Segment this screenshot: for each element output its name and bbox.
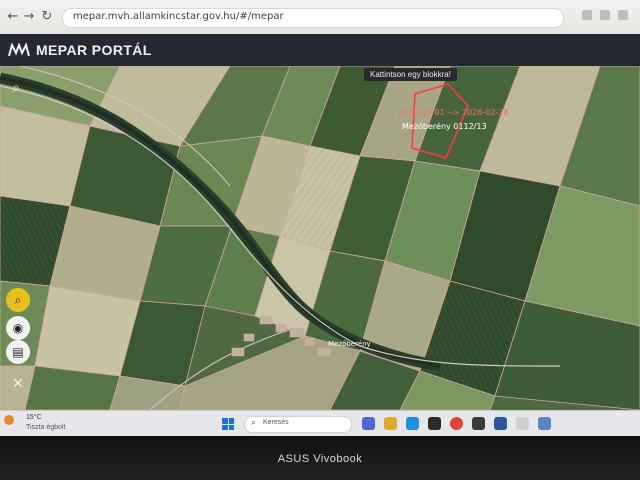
browser-toolbar: ← → ↻ mepar.mvh.allamkincstar.gov.hu/#/m… (0, 0, 640, 35)
word-icon[interactable] (494, 417, 507, 430)
taskbar-search[interactable]: ⌕ Keresés (244, 416, 352, 433)
extension-icon[interactable] (582, 10, 592, 20)
settings-icon[interactable] (516, 417, 529, 430)
back-arrow-icon[interactable]: ← (6, 10, 20, 24)
store-icon[interactable] (428, 417, 441, 430)
search-icon: ⌕ (251, 418, 257, 428)
mepar-logo-icon[interactable] (8, 43, 30, 57)
zoom-icon[interactable]: ⌕ (6, 288, 30, 312)
terminal-icon[interactable] (472, 417, 485, 430)
app-title[interactable]: MEPAR PORTÁL (36, 42, 152, 58)
url-text: mepar.mvh.allamkincstar.gov.hu/#/mepar (73, 11, 284, 22)
date-range-label: 2025-03-01 --> 2026-02-28 (398, 108, 509, 117)
app-header: MEPAR PORTÁL (0, 34, 640, 66)
windows-start-icon[interactable] (222, 418, 234, 430)
weather-temperature[interactable]: 15°C (26, 414, 42, 421)
satellite-map (0, 66, 640, 410)
weather-condition[interactable]: Tiszta égbolt (26, 424, 65, 431)
photos-icon[interactable] (538, 417, 551, 430)
close-icon[interactable]: ✕ (6, 372, 30, 396)
profile-icon[interactable] (600, 10, 610, 20)
device-brand: ASUS Vivobook (277, 453, 363, 465)
layers-icon[interactable]: ◉ (6, 316, 30, 340)
windows-taskbar: 15°C Tiszta égbolt ⌕ Keresés (0, 410, 640, 436)
forward-arrow-icon[interactable]: → (22, 10, 36, 24)
browser-extension-icons (568, 10, 628, 24)
laptop-screen: ← → ↻ mepar.mvh.allamkincstar.gov.hu/#/m… (0, 0, 640, 436)
copilot-icon[interactable] (362, 417, 375, 430)
laptop-bezel: ASUS Vivobook (0, 436, 640, 480)
edge-icon[interactable] (406, 417, 419, 430)
print-icon[interactable]: ▤ (6, 340, 30, 364)
search-icon[interactable]: ⌕ (6, 78, 26, 98)
file-explorer-icon[interactable] (384, 417, 397, 430)
weather-icon[interactable] (4, 415, 14, 425)
town-label: Mezőberény (328, 340, 371, 348)
reload-icon[interactable]: ↻ (40, 10, 54, 24)
taskbar-search-placeholder: Keresés (263, 419, 289, 426)
menu-icon[interactable] (618, 10, 628, 20)
map-canvas[interactable]: ⌕ ⌕ ◉ ▤ ✕ Kattintson egy blokkra! 2025-0… (0, 66, 640, 410)
chrome-icon[interactable] (450, 417, 463, 430)
map-tooltip: Kattintson egy blokkra! (364, 68, 457, 81)
selected-parcel-label[interactable]: Mezőberény 0112/13 (402, 122, 487, 131)
address-bar[interactable]: mepar.mvh.allamkincstar.gov.hu/#/mepar (62, 8, 564, 28)
